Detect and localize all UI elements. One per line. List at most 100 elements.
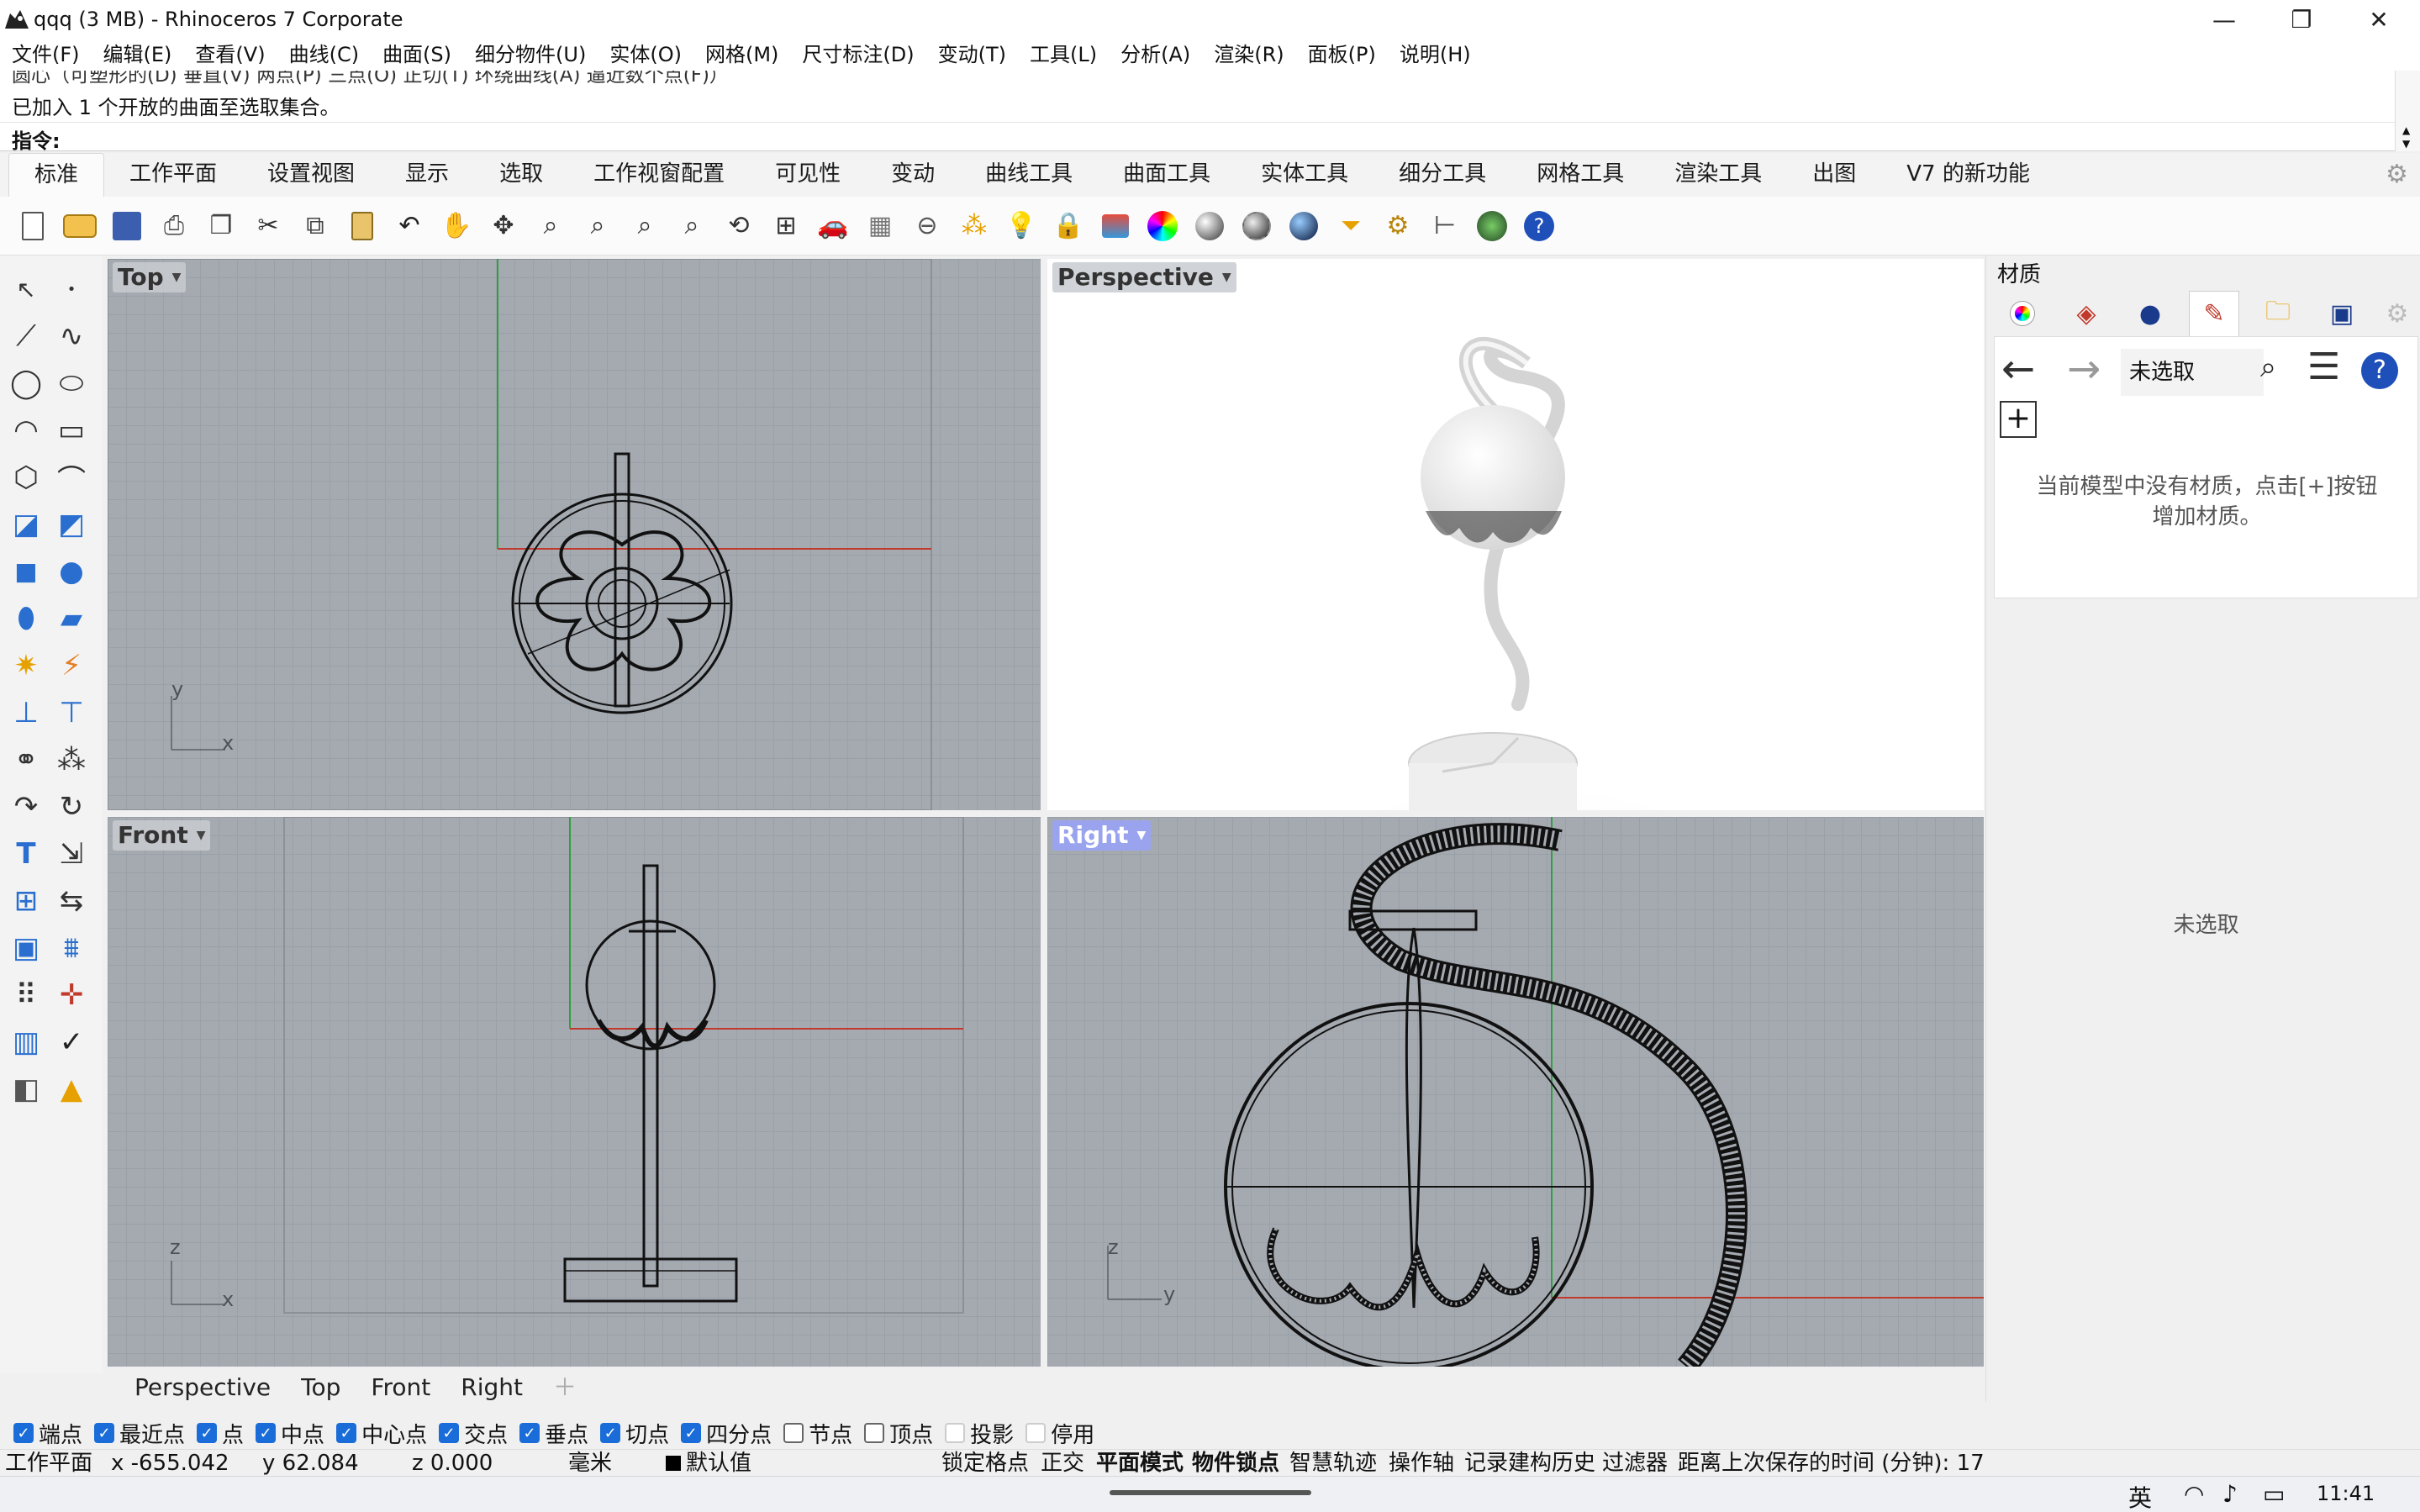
menu-mesh[interactable]: 网格(M): [693, 39, 790, 71]
menu-view[interactable]: 查看(V): [183, 39, 277, 71]
zoom-dynamic-icon[interactable]: ⌕: [530, 205, 572, 247]
help-panel-icon[interactable]: ▣: [2317, 291, 2367, 336]
vptab-front[interactable]: Front: [356, 1368, 446, 1407]
mesh-plane-icon[interactable]: ▰: [50, 597, 92, 640]
checkbox-checked[interactable]: ✓: [94, 1423, 115, 1443]
rotate-view-icon[interactable]: ✥: [482, 205, 525, 247]
checkbox-unchecked[interactable]: [864, 1423, 885, 1443]
vptab-top[interactable]: Top: [286, 1368, 356, 1407]
status-cplane[interactable]: 工作平面: [5, 1450, 92, 1477]
search-icon[interactable]: ⌕: [2260, 350, 2276, 384]
status-filter[interactable]: 过滤器: [1602, 1450, 1668, 1477]
tab-select[interactable]: 选取: [474, 153, 568, 197]
layers-panel-icon[interactable]: ◈: [2061, 291, 2112, 336]
osnap-point[interactable]: ✓ 点: [197, 1418, 244, 1449]
shaded-box-icon[interactable]: ◧: [5, 1067, 47, 1111]
gumball-icon[interactable]: ✛: [50, 973, 92, 1017]
menu-tools[interactable]: 工具(L): [1018, 39, 1109, 71]
menu-icon[interactable]: ☰: [2307, 345, 2340, 388]
tab-viewport-layout[interactable]: 工作视窗配置: [568, 153, 750, 197]
tab-render-tools[interactable]: 渲染工具: [1649, 153, 1787, 197]
status-smarttrack[interactable]: 智慧轨迹: [1289, 1450, 1377, 1477]
status-gumball[interactable]: 操作轴: [1389, 1450, 1454, 1477]
viewport-right[interactable]: Right ▼ z y: [1047, 817, 1984, 1367]
tab-subd-tools[interactable]: 细分工具: [1373, 153, 1511, 197]
cplane-icon[interactable]: ⊖: [906, 205, 948, 247]
viewport-front[interactable]: Front ▼ z x: [108, 817, 1041, 1367]
polygon-icon[interactable]: ⬡: [5, 456, 47, 499]
zoom-extents-icon[interactable]: ⌕: [624, 205, 666, 247]
viewport-top[interactable]: Top ▼ y x: [108, 259, 1041, 810]
tab-set-view[interactable]: 设置视图: [242, 153, 380, 197]
paste-icon[interactable]: [341, 205, 383, 247]
osnap-center[interactable]: ✓ 中心点: [336, 1418, 427, 1449]
group-icon[interactable]: ⁂: [50, 738, 92, 782]
undo-view-icon[interactable]: ⟲: [718, 205, 760, 247]
circle-icon[interactable]: ◯: [5, 361, 47, 405]
menu-file[interactable]: 文件(F): [0, 39, 92, 71]
osnap-intersection[interactable]: ✓ 交点: [439, 1418, 508, 1449]
check-icon[interactable]: ✓: [50, 1020, 92, 1064]
gear-icon[interactable]: ⚙: [2386, 161, 2412, 188]
zoom-selected-icon[interactable]: ⌕: [671, 205, 713, 247]
menu-transform[interactable]: 变动(T): [926, 39, 1018, 71]
cylinder-icon[interactable]: ⬮: [5, 597, 47, 640]
four-viewports-icon[interactable]: ⊞: [765, 205, 807, 247]
boolean-union-icon[interactable]: ⚭: [5, 738, 47, 782]
tab-mesh-tools[interactable]: 网格工具: [1511, 153, 1649, 197]
tab-new-in-v7[interactable]: V7 的新功能: [1881, 153, 2055, 197]
pyramid-icon[interactable]: ▲: [50, 1067, 92, 1111]
tab-solid-tools[interactable]: 实体工具: [1236, 153, 1373, 197]
point-icon[interactable]: •: [50, 267, 92, 311]
render-sphere-icon[interactable]: [1189, 205, 1231, 247]
panel-gear-icon[interactable]: ⚙: [2380, 291, 2414, 336]
fillet-curve-icon[interactable]: ⌒: [50, 456, 92, 499]
tab-curve-tools[interactable]: 曲线工具: [960, 153, 1098, 197]
taskbar-handle[interactable]: [1110, 1490, 1311, 1495]
tab-surface-tools[interactable]: 曲面工具: [1098, 153, 1236, 197]
ellipse-icon[interactable]: ⬭: [50, 361, 92, 405]
polyline-icon[interactable]: ⟋: [5, 314, 47, 358]
trim-icon[interactable]: ⊥: [5, 691, 47, 735]
rebuild-curve-icon[interactable]: ↻: [50, 785, 92, 829]
material-selector[interactable]: 未选取: [2121, 349, 2264, 396]
status-units[interactable]: 毫米: [568, 1450, 612, 1477]
maximize-button[interactable]: ❐: [2263, 0, 2340, 39]
light-bulb-icon[interactable]: 💡: [1000, 205, 1042, 247]
surface-from-points-icon[interactable]: ◪: [5, 503, 47, 546]
back-arrow-icon[interactable]: ←: [2001, 345, 2035, 392]
checkbox-checked[interactable]: ✓: [600, 1423, 621, 1443]
status-grid-snap[interactable]: 锁定格点: [941, 1450, 1029, 1477]
undo-icon[interactable]: ↶: [388, 205, 430, 247]
menu-subd[interactable]: 细分物件(U): [463, 39, 598, 71]
osnap-tangent[interactable]: ✓ 切点: [600, 1418, 669, 1449]
split-icon[interactable]: ⚡: [50, 644, 92, 688]
status-ortho[interactable]: 正交: [1041, 1450, 1084, 1477]
select-arrow-icon[interactable]: ↖: [5, 267, 47, 311]
files-panel-icon[interactable]: 🗀: [2253, 291, 2303, 336]
materials-tab-icon[interactable]: ✎: [2189, 291, 2239, 336]
checkbox-unchecked[interactable]: [945, 1423, 966, 1443]
osnap-project[interactable]: 投影: [945, 1418, 1014, 1449]
zoom-window-icon[interactable]: ⌕: [577, 205, 619, 247]
checkbox-checked[interactable]: ✓: [681, 1423, 702, 1443]
text-icon[interactable]: T: [5, 832, 47, 876]
checkbox-unchecked[interactable]: [1025, 1423, 1047, 1443]
battery-icon[interactable]: ▭: [2263, 1480, 2285, 1508]
scroll-down-icon[interactable]: ▼: [2402, 138, 2410, 150]
material-sphere-icon[interactable]: [1283, 205, 1325, 247]
array-icon[interactable]: ⊞: [5, 879, 47, 923]
cut-icon[interactable]: ✂: [247, 205, 289, 247]
shaded-sphere-icon[interactable]: [1236, 205, 1278, 247]
save-icon[interactable]: [106, 205, 148, 247]
history-icon[interactable]: ▥: [5, 1020, 47, 1064]
tab-drafting[interactable]: 出图: [1787, 153, 1881, 197]
ime-indicator[interactable]: 英: [2128, 1480, 2152, 1512]
volume-icon[interactable]: ♪: [2222, 1480, 2238, 1508]
join-icon[interactable]: ⊤: [50, 691, 92, 735]
curve-icon[interactable]: ∿: [50, 314, 92, 358]
checkbox-checked[interactable]: ✓: [336, 1423, 357, 1443]
menu-analyze[interactable]: 分析(A): [1109, 39, 1202, 71]
tab-cplanes[interactable]: 工作平面: [104, 153, 242, 197]
forward-arrow-icon[interactable]: →: [2067, 345, 2101, 392]
